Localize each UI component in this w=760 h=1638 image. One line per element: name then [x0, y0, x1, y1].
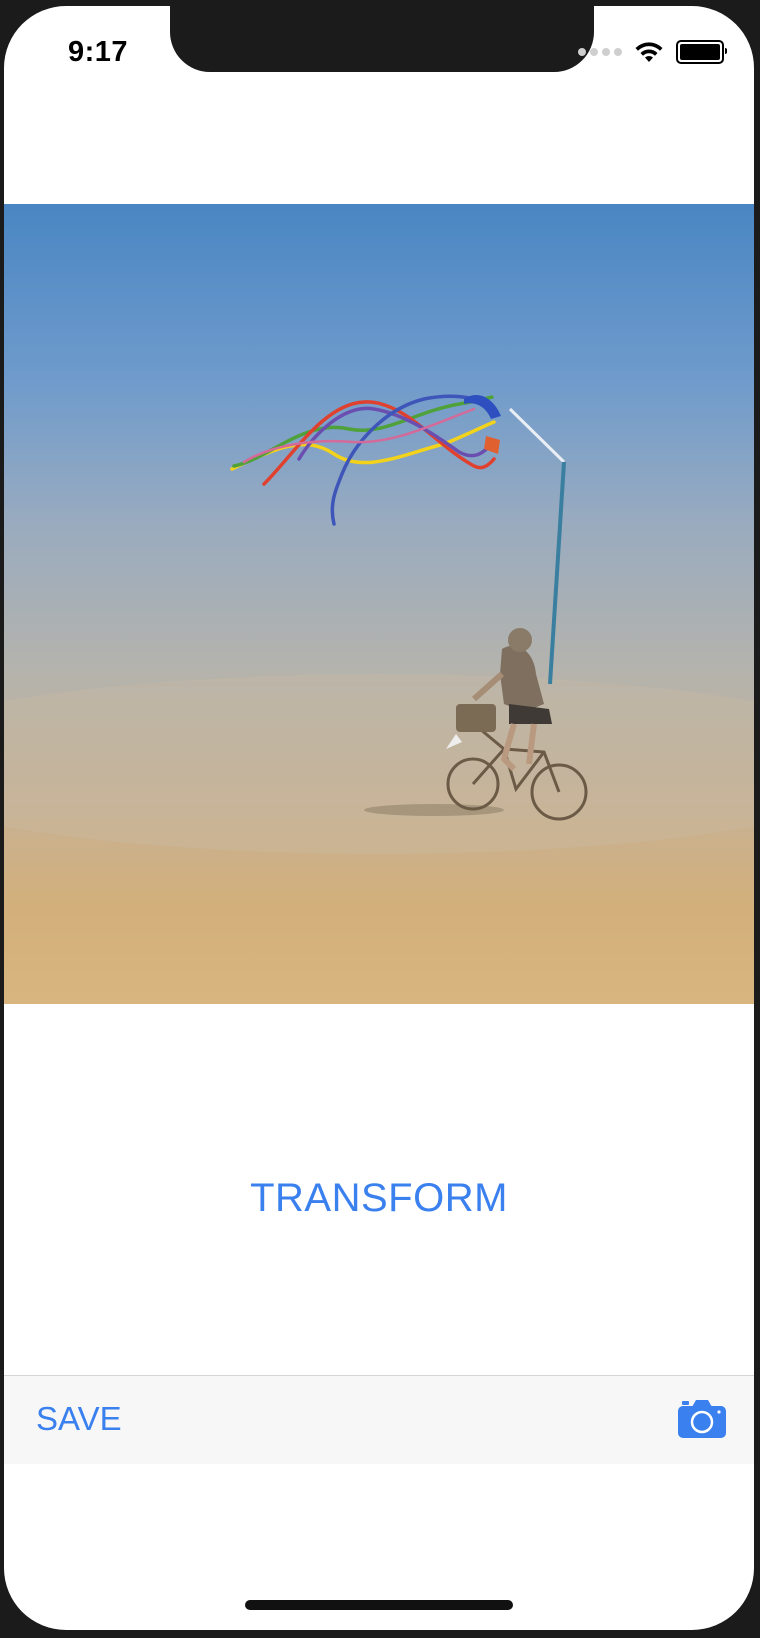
status-icons — [578, 40, 727, 64]
bottom-toolbar: SAVE — [4, 1375, 754, 1464]
status-time: 9:17 — [68, 36, 129, 68]
photo-image — [4, 204, 754, 1004]
camera-icon — [678, 1400, 726, 1438]
save-button[interactable]: SAVE — [36, 1400, 122, 1438]
notch — [170, 6, 594, 72]
transform-button[interactable]: TRANSFORM — [4, 1176, 754, 1221]
camera-button[interactable] — [676, 1398, 728, 1440]
home-indicator[interactable] — [245, 1600, 513, 1610]
cellular-signal-icon — [578, 48, 622, 56]
phone-screen: 9:17 TRANSFORM SAVE — [4, 6, 754, 1630]
battery-icon — [676, 40, 727, 64]
wifi-icon — [635, 42, 663, 62]
